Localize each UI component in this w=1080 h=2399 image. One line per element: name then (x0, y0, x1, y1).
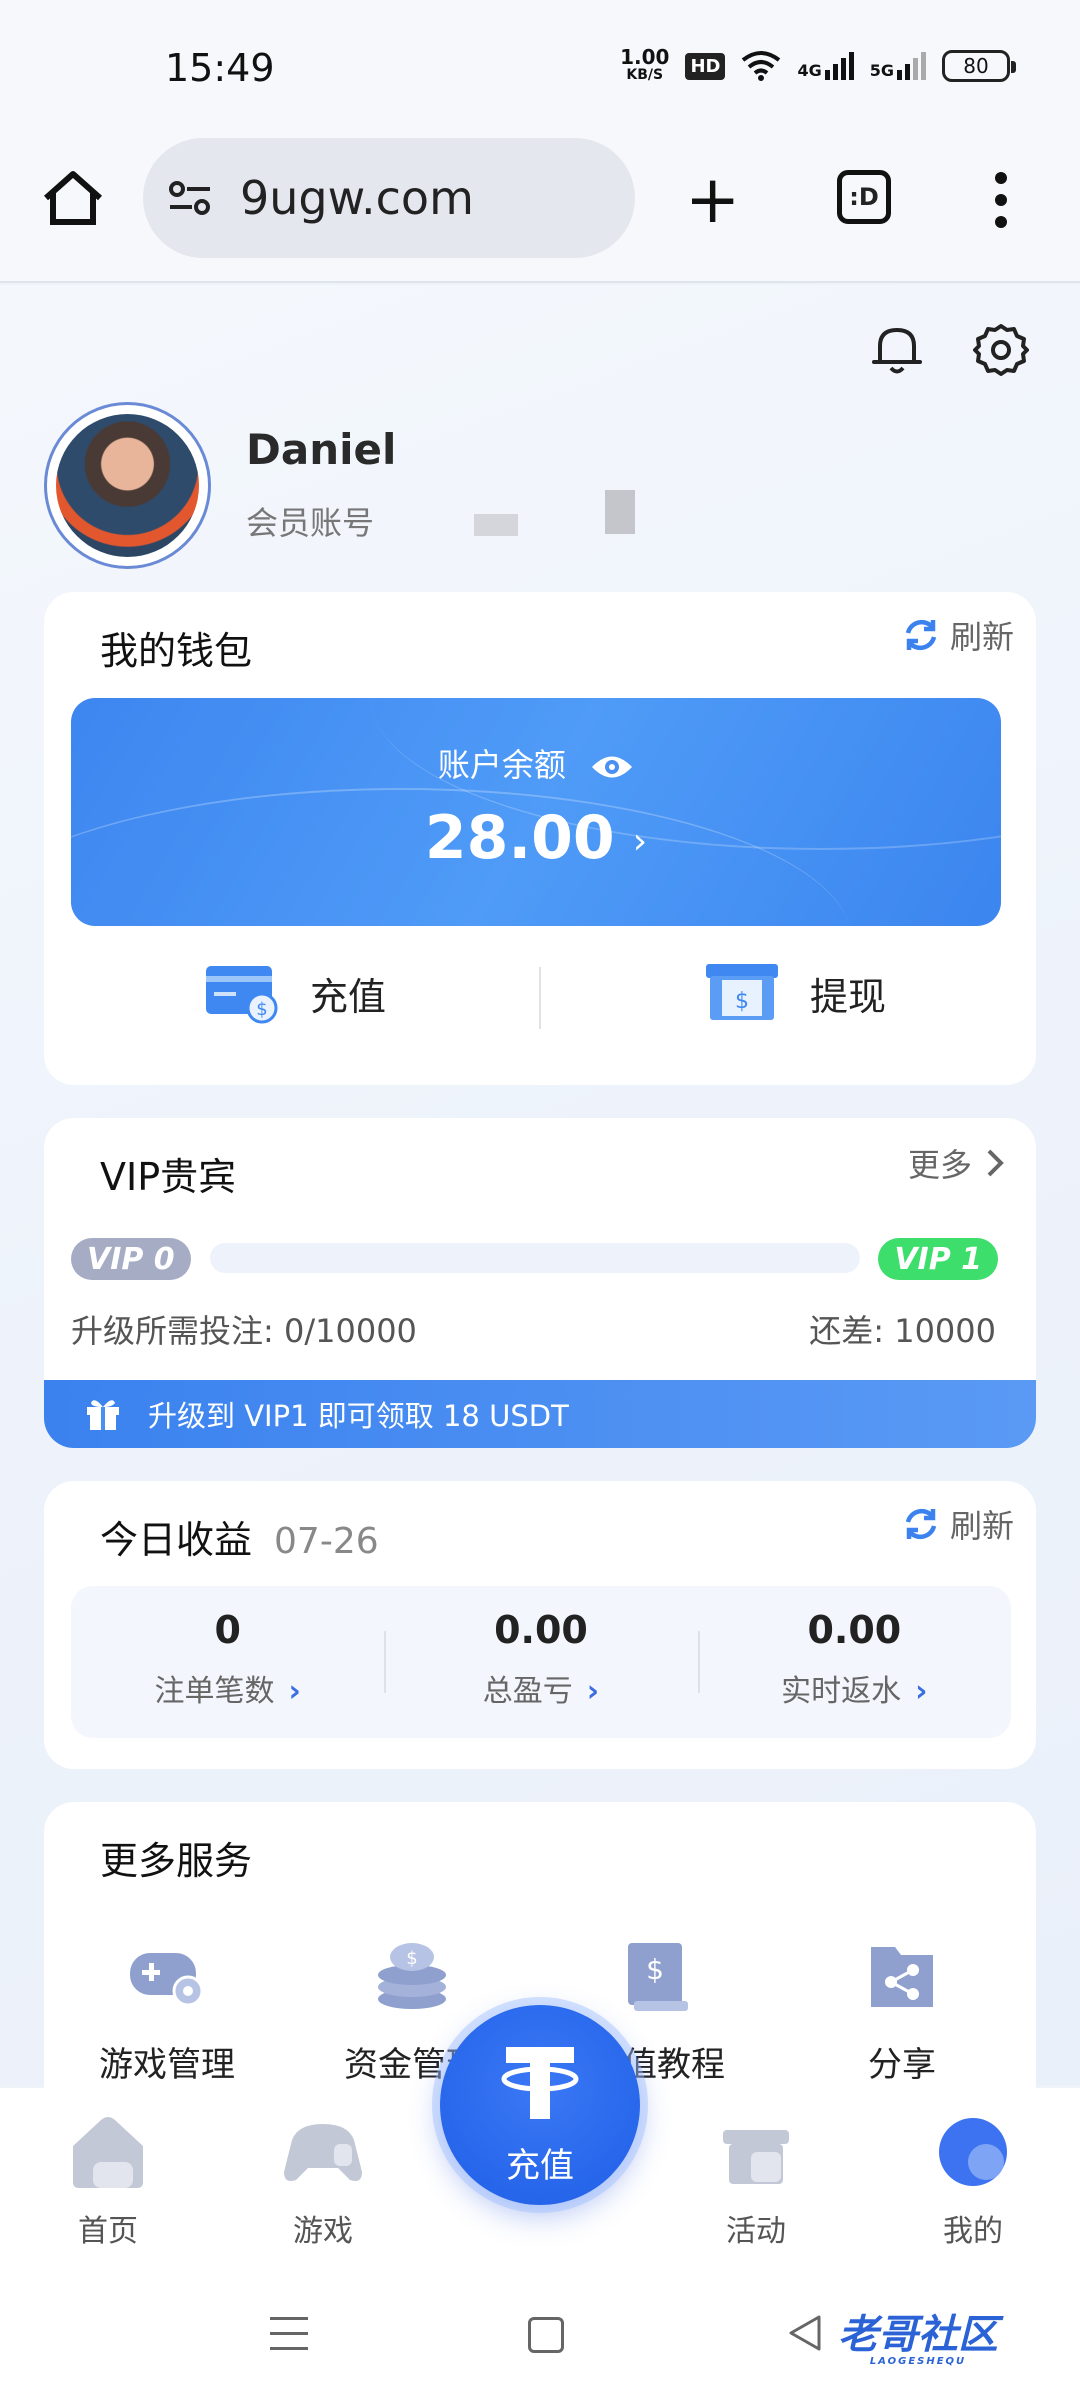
vip-requirement: 升级所需投注: 0/10000 (71, 1312, 417, 1350)
vip-card: VIP贵宾 更多 VIP 0 VIP 1 升级所需投注: 0/10000 还差:… (44, 1118, 1036, 1448)
gift-box-icon (723, 2130, 789, 2184)
member-account-label: 会员账号 (246, 504, 375, 542)
stat-bet-count[interactable]: 0 注单笔数 › (71, 1586, 384, 1738)
chevron-right-icon: › (915, 1674, 928, 1709)
balance-label: 账户余额 (71, 740, 1001, 786)
chevron-right-icon: › (632, 820, 648, 862)
tab-switcher-button[interactable]: :D (837, 170, 891, 224)
home-icon (73, 2117, 143, 2188)
refresh-icon (905, 1508, 937, 1540)
vip-difference: 还差: 10000 (809, 1312, 996, 1350)
net-speed: 1.00 KB/S (620, 45, 670, 83)
recent-apps-button[interactable] (270, 2317, 308, 2362)
watermark-logo: 老哥社区 LAOGESHEQU (838, 2312, 998, 2367)
earnings-date: 07-26 (274, 1521, 379, 1562)
service-share[interactable]: 分享 (797, 1937, 1007, 2086)
share-folder-icon (871, 1947, 933, 2007)
stat-total-profit[interactable]: 0.00 总盈亏 › (384, 1586, 697, 1738)
status-icons: 1.00 KB/S HD 4G 5G 80 (620, 45, 1016, 84)
earnings-stats: 0 注单笔数 › 0.00 总盈亏 › 0.00 实时返水 › (71, 1586, 1011, 1738)
wifi-icon (742, 51, 781, 81)
battery-icon: 80 (942, 50, 1016, 82)
system-home-button[interactable] (528, 2317, 564, 2353)
nav-profile[interactable]: 我的 (903, 2110, 1043, 2250)
balance-panel[interactable]: 账户余额 28.00 › (71, 698, 1001, 926)
service-game-management[interactable]: 游戏管理 (62, 1937, 272, 2086)
signal-4g-icon: 4G (797, 52, 854, 80)
wallet-title: 我的钱包 (69, 620, 252, 675)
wallet-card: 我的钱包 刷新 账户余额 28.00 › $ 充值 $ 提现 (44, 592, 1036, 1085)
back-button[interactable] (785, 2313, 825, 2353)
vip-more-button[interactable]: 更多 (908, 1140, 1004, 1186)
gift-icon (87, 1400, 119, 1430)
withdraw-button[interactable]: $ 提现 (704, 962, 886, 1024)
dollar-book-icon: $ (628, 1943, 688, 2011)
eye-icon[interactable] (590, 752, 634, 782)
divider (539, 967, 541, 1029)
site-settings-icon[interactable] (168, 178, 212, 218)
url-text: 9ugw.com (240, 171, 474, 225)
earnings-title: 今日收益 07-26 (70, 1509, 379, 1564)
wallet-actions: $ 充值 $ 提现 (44, 947, 1036, 1057)
username: Daniel (246, 425, 397, 474)
chevron-right-icon (987, 1149, 1004, 1177)
new-tab-button[interactable]: + (685, 167, 740, 233)
gamepad-icon (284, 2124, 362, 2181)
withdraw-cash-icon: $ (706, 964, 778, 1020)
address-bar[interactable]: 9ugw.com (143, 138, 635, 258)
vip-title: VIP贵宾 (69, 1146, 236, 1201)
status-bar: 15:49 1.00 KB/S HD 4G 5G 80 (0, 0, 1080, 130)
services-title: 更多服务 (69, 1830, 252, 1885)
svg-text:$: $ (646, 1953, 664, 1986)
hd-icon: HD (685, 52, 726, 80)
gear-icon[interactable] (973, 322, 1029, 378)
stat-rebate[interactable]: 0.00 实时返水 › (697, 1586, 1011, 1738)
tether-icon (501, 2047, 579, 2119)
avatar-image (56, 414, 199, 557)
signal-5g-icon: 5G (870, 52, 926, 80)
nav-games[interactable]: 游戏 (253, 2110, 393, 2250)
deposit-fab-button[interactable]: 充值 (440, 2005, 640, 2205)
vip-progress-bar (210, 1243, 860, 1273)
masked-account-id (474, 514, 518, 536)
vip-next-badge: VIP 1 (878, 1238, 998, 1280)
coins-stack-icon: $ (378, 1943, 446, 2009)
home-icon[interactable] (40, 168, 106, 228)
refresh-icon (905, 619, 937, 651)
earnings-refresh-button[interactable]: 刷新 (902, 1501, 1014, 1547)
balance-value: 28.00 › (424, 803, 648, 873)
deposit-button[interactable]: $ 充值 (204, 962, 386, 1024)
masked-account-id (605, 490, 635, 534)
svg-text:$: $ (256, 999, 267, 1020)
browser-menu-button[interactable] (995, 172, 1009, 228)
vip-reward-banner[interactable]: 升级到 VIP1 即可领取 18 USDT (44, 1380, 1036, 1448)
today-earnings-card: 今日收益 07-26 刷新 0 注单笔数 › 0.00 总盈亏 › 0.00 实时返水… (44, 1481, 1036, 1769)
svg-text:$: $ (735, 989, 749, 1014)
browser-toolbar: 9ugw.com + :D (0, 130, 1080, 283)
svg-text:$: $ (406, 1948, 417, 1969)
avatar[interactable] (44, 402, 211, 569)
wallet-refresh-button[interactable]: 刷新 (902, 612, 1014, 658)
vip-current-badge: VIP 0 (71, 1238, 191, 1280)
chevron-right-icon: › (586, 1674, 600, 1709)
profile-icon (939, 2118, 1007, 2186)
gamepad-gear-icon (130, 1953, 204, 2007)
deposit-card-icon: $ (206, 966, 278, 1024)
nav-home[interactable]: 首页 (38, 2110, 178, 2250)
clock: 15:49 (165, 46, 275, 90)
chevron-right-icon: › (288, 1674, 301, 1709)
bell-icon[interactable] (870, 322, 924, 378)
nav-activities[interactable]: 活动 (686, 2110, 826, 2250)
